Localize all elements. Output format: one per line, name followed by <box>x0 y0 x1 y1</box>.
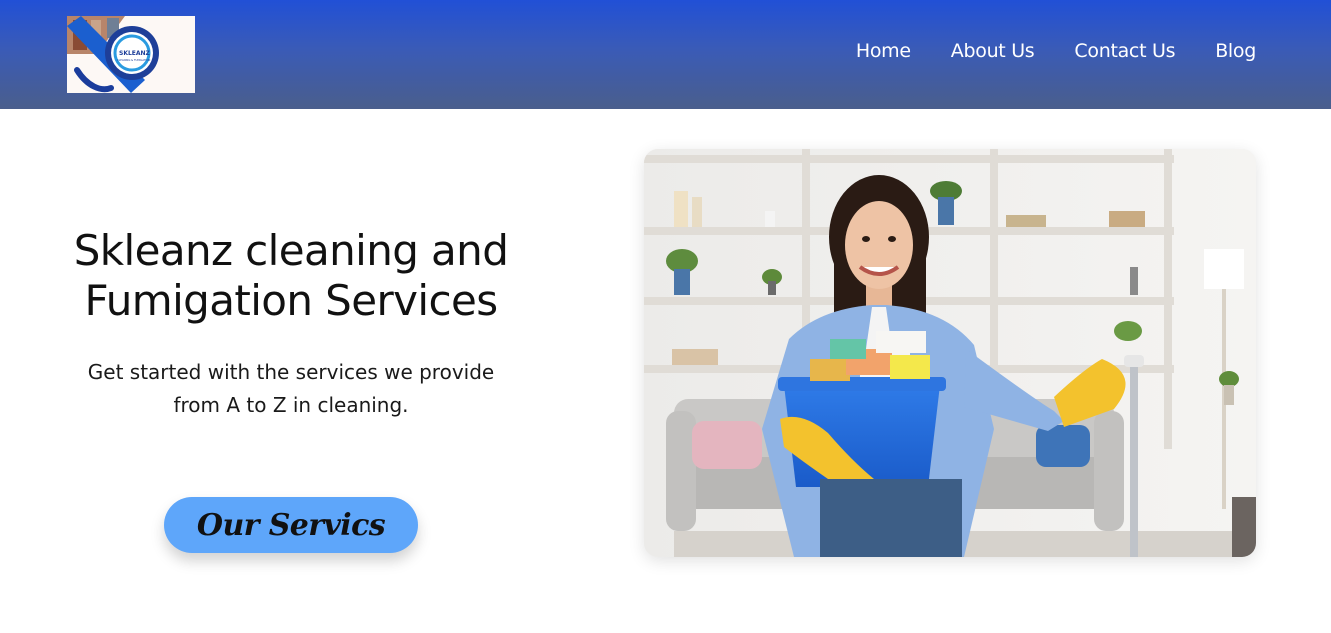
site-header: SKLEANZ CLEANING & FUMIGATION Home About… <box>0 0 1331 109</box>
hero-subtitle-line-2: from A to Z in cleaning. <box>173 393 409 417</box>
hero-subtitle-line-1: Get started with the services we provide <box>87 360 495 384</box>
cleaning-woman-photo <box>644 149 1256 557</box>
main-nav: Home About Us Contact Us Blog <box>856 40 1256 62</box>
logo-tagline: CLEANING & FUMIGATION <box>117 58 150 62</box>
hero-subtitle: Get started with the services we provide… <box>78 356 504 422</box>
nav-link-about-us[interactable]: About Us <box>951 40 1035 62</box>
our-services-button[interactable]: Our Servics <box>164 497 418 553</box>
brand-logo[interactable]: SKLEANZ CLEANING & FUMIGATION <box>67 16 195 93</box>
nav-link-home[interactable]: Home <box>856 40 911 62</box>
hero-title-line-2: Fumigation Services <box>84 276 499 325</box>
logo-wordmark: SKLEANZ <box>119 50 151 57</box>
nav-link-blog[interactable]: Blog <box>1215 40 1256 62</box>
hero-title-line-1: Skleanz cleaning and <box>73 226 509 275</box>
hero-title: Skleanz cleaning and Fumigation Services <box>40 226 542 326</box>
nav-link-contact-us[interactable]: Contact Us <box>1074 40 1175 62</box>
hero-image <box>644 149 1256 557</box>
logo-icon: SKLEANZ CLEANING & FUMIGATION <box>67 16 195 93</box>
